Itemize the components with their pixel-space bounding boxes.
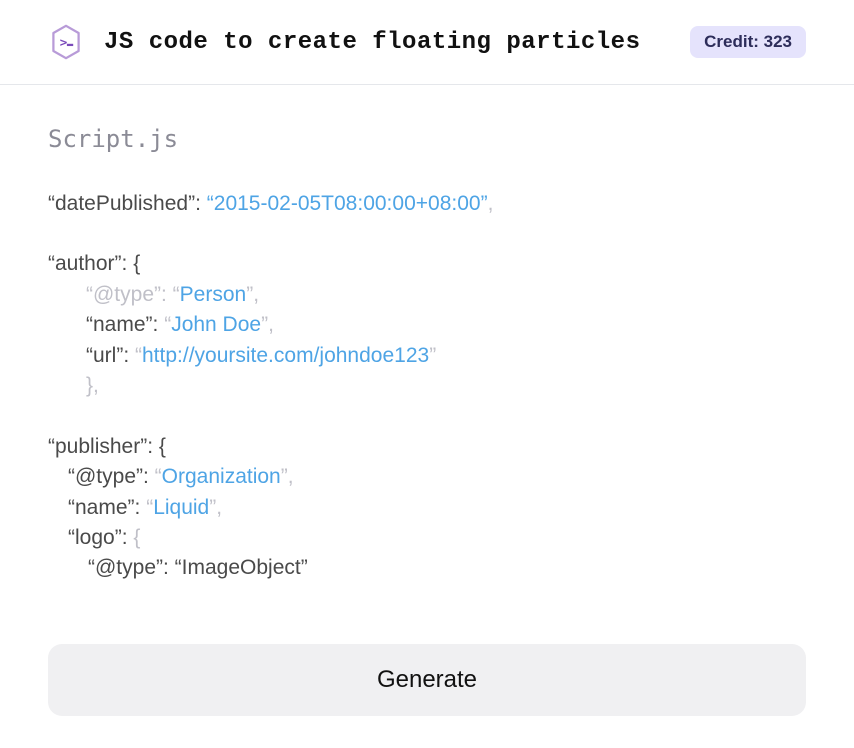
code-block: “datePublished”: “2015-02-05T08:00:00+08… xyxy=(48,189,806,584)
main-content: Script.js “datePublished”: “2015-02-05T0… xyxy=(0,85,854,736)
code-line: “author”: { xyxy=(48,249,806,279)
code-line: “url”: “http://yoursite.com/johndoe123” xyxy=(48,341,806,371)
code-line: “@type”: “Organization”, xyxy=(48,462,806,492)
code-line: “name”: “John Doe”, xyxy=(48,310,806,340)
credit-badge: Credit: 323 xyxy=(690,26,806,58)
header: > JS code to create floating particles C… xyxy=(0,0,854,85)
code-line: “name”: “Liquid”, xyxy=(48,493,806,523)
code-line: “@type”: “ImageObject” xyxy=(48,553,806,583)
code-line: “publisher”: { xyxy=(48,432,806,462)
app-logo-icon: > xyxy=(48,24,84,60)
code-line: }, xyxy=(48,371,806,401)
code-line: “datePublished”: “2015-02-05T08:00:00+08… xyxy=(48,189,806,219)
page-title: JS code to create floating particles xyxy=(104,29,690,56)
generate-button[interactable]: Generate xyxy=(48,644,806,716)
svg-text:>: > xyxy=(60,35,68,50)
code-line: “logo”: { xyxy=(48,523,806,553)
file-name: Script.js xyxy=(48,125,806,153)
code-line: “@type”: “Person”, xyxy=(48,280,806,310)
